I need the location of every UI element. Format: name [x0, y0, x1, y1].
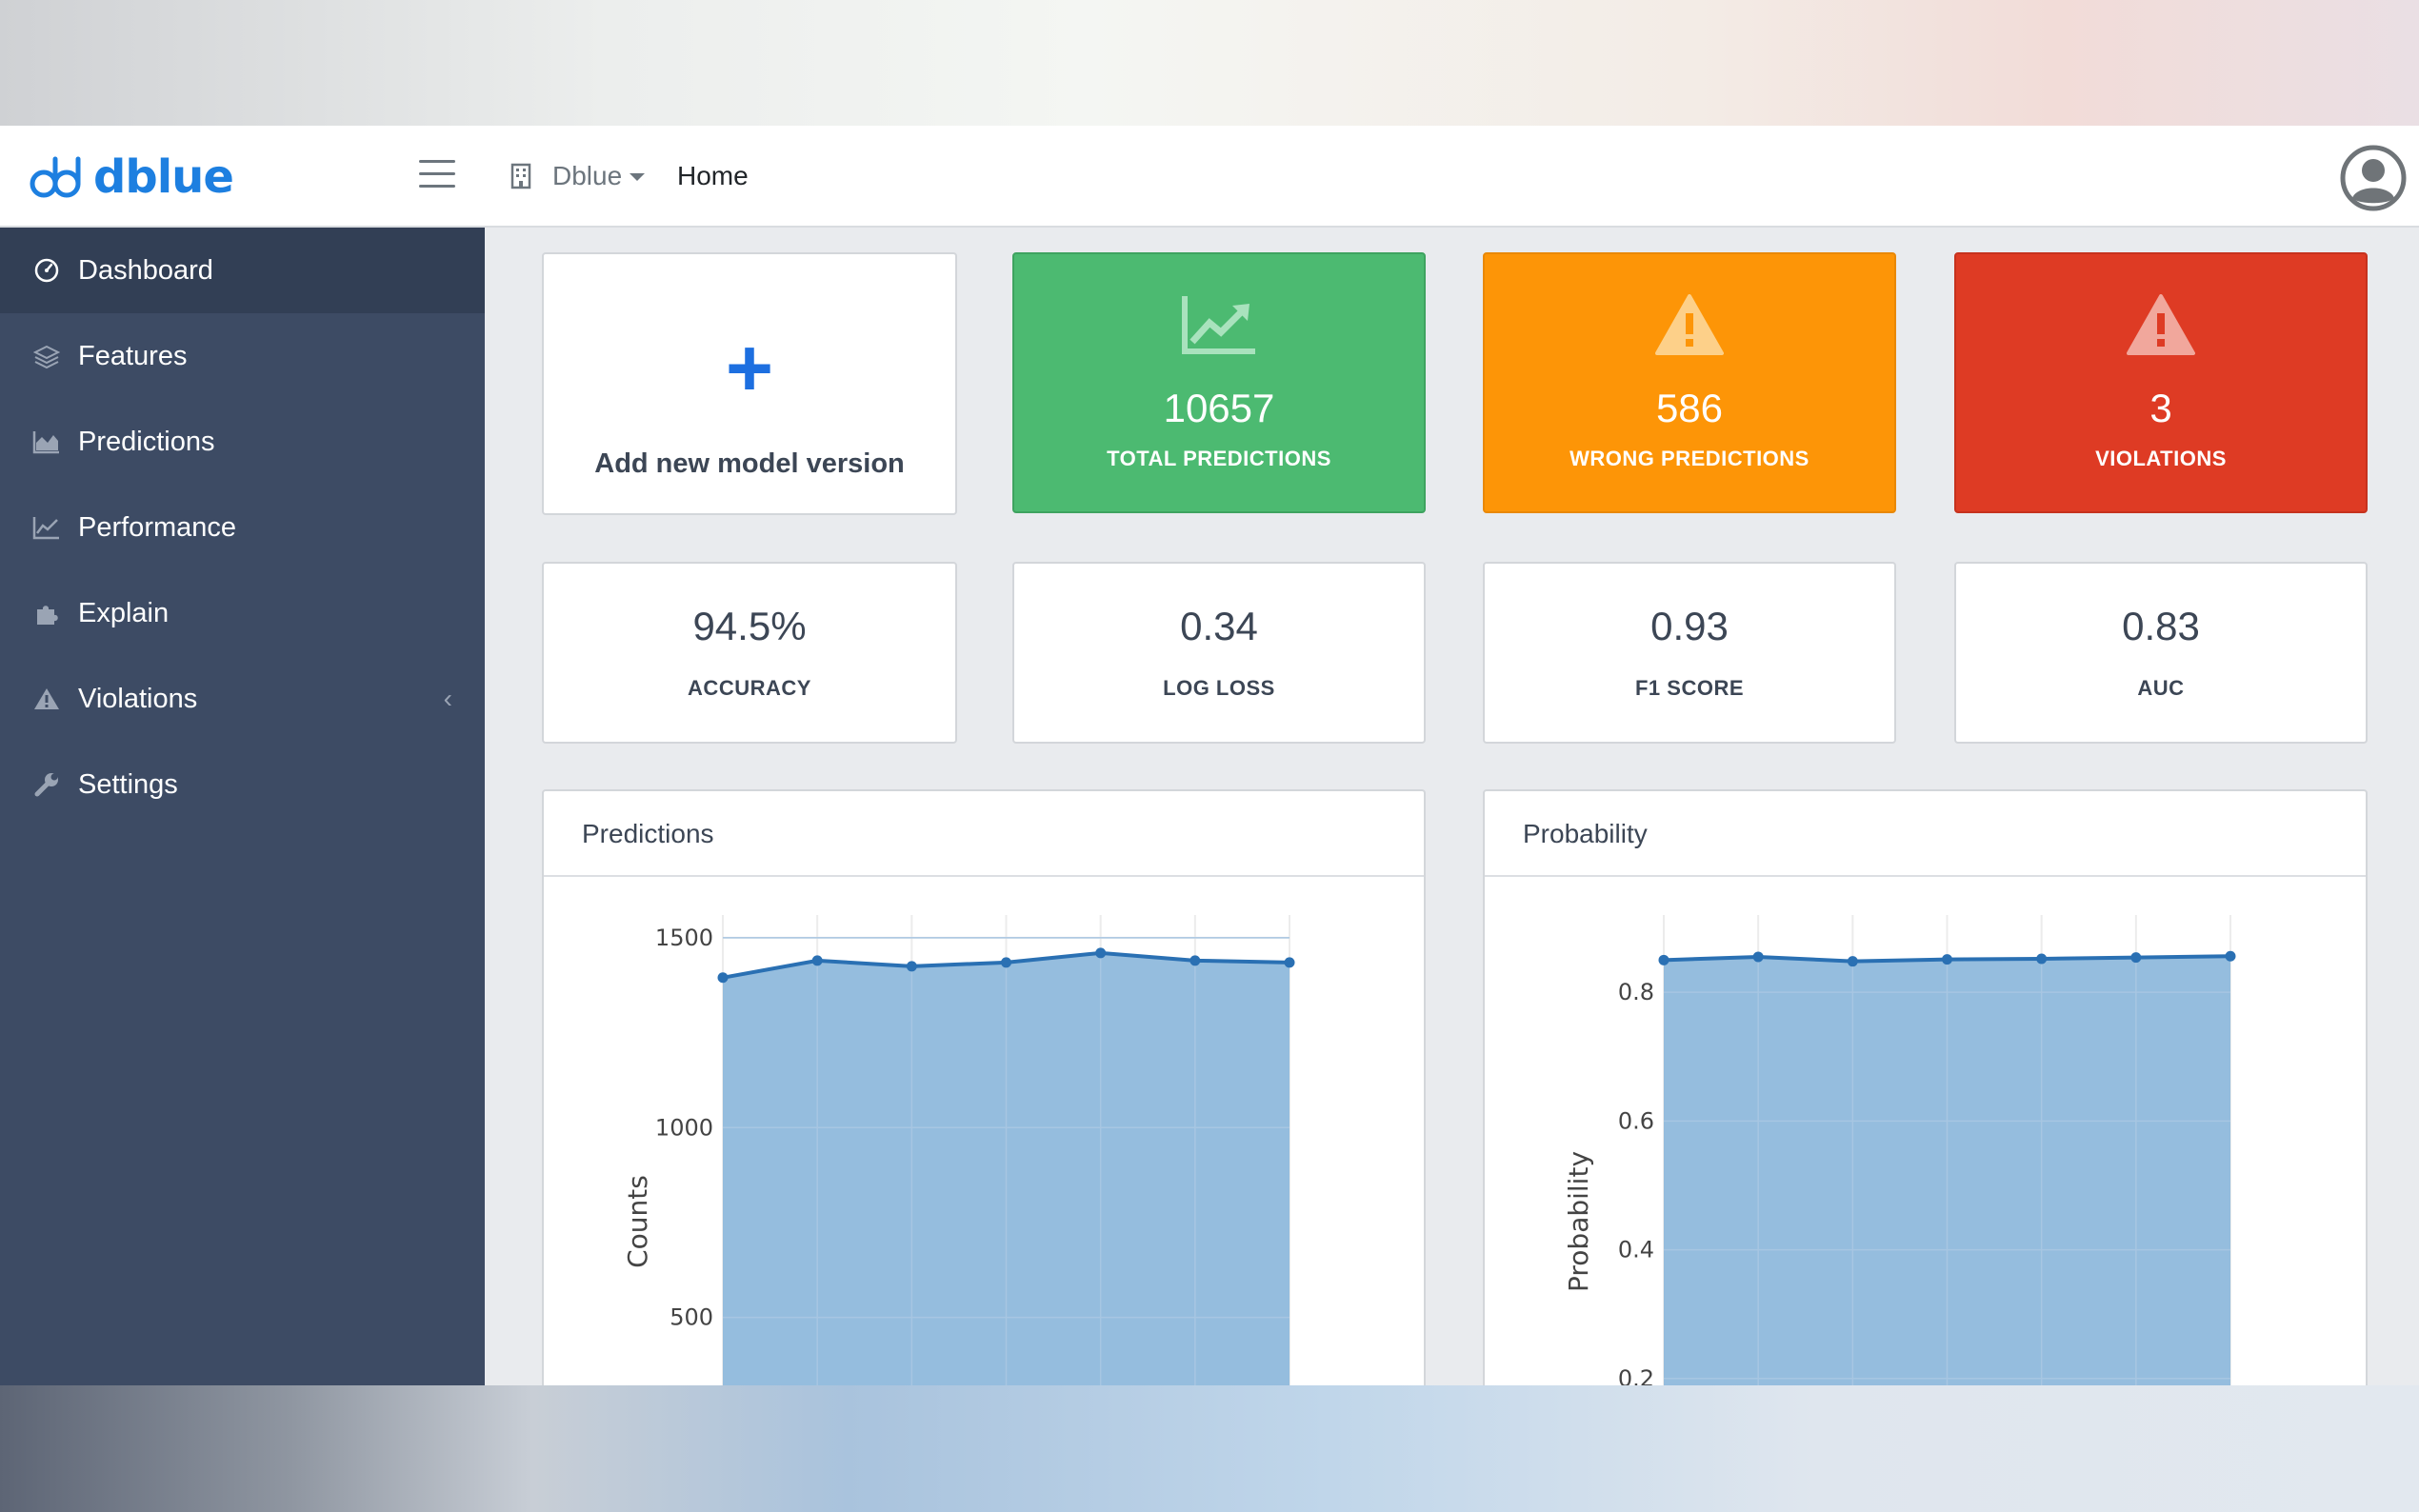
y-tick-label: 0.2 [1618, 1365, 1654, 1385]
warning-icon [30, 686, 63, 711]
desktop-background-bottom [0, 1385, 2419, 1512]
data-point [1942, 954, 1952, 965]
total-predictions-value: 10657 [1163, 386, 1275, 430]
data-point [1847, 956, 1858, 967]
violations-value: 3 [2149, 386, 2172, 430]
sidebar-item-settings[interactable]: Settings [0, 742, 485, 827]
probability-chart-area: 0.2 0.4 0.6 0.8 Probability [1485, 879, 2366, 1385]
building-icon [510, 163, 531, 189]
caret-down-icon [630, 173, 646, 181]
sidebar-item-label: Explain [78, 597, 170, 628]
app-window: dblue Dblue Home Dashboard Features Pred… [0, 126, 2419, 1385]
y-tick-label: 0.4 [1618, 1237, 1654, 1263]
sidebar-item-features[interactable]: Features [0, 313, 485, 399]
y-tick-label: 0.8 [1618, 979, 1654, 1005]
data-point [1001, 957, 1011, 968]
desktop-background-top [0, 0, 2419, 126]
plus-icon: + [725, 323, 774, 414]
predictions-chart[interactable]: 500 1000 1500 Counts [544, 879, 1424, 1385]
y-tick-label: 500 [670, 1304, 713, 1331]
probability-chart[interactable]: 0.2 0.4 0.6 0.8 Probability [1485, 879, 2366, 1385]
wrong-predictions-card[interactable]: 586 WRONG PREDICTIONS [1483, 252, 1896, 513]
user-avatar-icon[interactable] [2340, 145, 2407, 211]
predictions-chart-area: 500 1000 1500 Counts [544, 879, 1424, 1385]
warning-icon [1485, 294, 1894, 357]
auc-caption: AUC [2137, 676, 2185, 700]
sidebar-item-label: Settings [78, 768, 178, 800]
sidebar-toggle-button[interactable] [419, 160, 455, 190]
accuracy-caption: ACCURACY [688, 676, 811, 700]
accuracy-value: 94.5% [692, 604, 807, 648]
sidebar-item-violations[interactable]: Violations ‹ [0, 656, 485, 742]
data-point [1752, 951, 1764, 963]
main-content: + Add new model version 10657 TOTAL PRED… [485, 228, 2419, 1385]
y-axis-label: Counts [622, 1175, 653, 1268]
sidebar-item-performance[interactable]: Performance [0, 485, 485, 570]
sidebar: Dashboard Features Predictions Performan… [0, 228, 485, 1385]
data-point [1095, 947, 1107, 959]
total-predictions-caption: TOTAL PREDICTIONS [1107, 447, 1331, 470]
logo-text: dblue [93, 150, 234, 204]
area-chart-icon [30, 429, 63, 454]
sidebar-item-predictions[interactable]: Predictions [0, 399, 485, 485]
data-point [1284, 957, 1295, 968]
puzzle-icon [30, 600, 63, 627]
predictions-panel-title: Predictions [544, 791, 1424, 877]
sidebar-item-label: Violations [78, 683, 198, 714]
logo[interactable]: dblue [29, 150, 234, 204]
top-navbar: dblue Dblue Home [0, 126, 2419, 228]
speedometer-icon [30, 257, 63, 284]
data-point [906, 961, 917, 972]
data-point [811, 955, 823, 966]
hamburger-line [419, 172, 455, 175]
wrong-predictions-caption: WRONG PREDICTIONS [1569, 447, 1809, 470]
f1-score-caption: F1 SCORE [1634, 676, 1745, 700]
data-point [2130, 952, 2142, 964]
hamburger-line [419, 160, 455, 163]
line-chart-icon [30, 515, 63, 540]
chevron-left-icon: ‹ [443, 684, 452, 713]
sidebar-item-label: Predictions [78, 426, 215, 457]
log-loss-card: 0.34 LOG LOSS [1012, 562, 1426, 744]
y-tick-label: 1500 [655, 925, 713, 951]
probability-panel: Probability 0.2 0.4 0.6 0.8 Probability [1483, 789, 2368, 1385]
log-loss-value: 0.34 [1180, 604, 1258, 648]
y-tick-label: 1000 [655, 1114, 713, 1141]
add-model-version-card[interactable]: + Add new model version [542, 252, 957, 515]
y-axis-label: Probability [1563, 1151, 1594, 1292]
data-point [717, 972, 729, 984]
chart-up-icon [1014, 294, 1424, 355]
sidebar-item-explain[interactable]: Explain [0, 570, 485, 656]
data-point [1658, 954, 1669, 965]
total-predictions-card[interactable]: 10657 TOTAL PREDICTIONS [1012, 252, 1426, 513]
predictions-panel: Predictions 500 1000 1500 Counts [542, 789, 1426, 1385]
probability-panel-title: Probability [1485, 791, 2366, 877]
org-selector[interactable]: Dblue [510, 152, 646, 200]
layers-icon [30, 343, 63, 369]
data-point [1190, 955, 1201, 966]
f1-score-value: 0.93 [1650, 604, 1729, 648]
log-loss-caption: LOG LOSS [1163, 676, 1275, 700]
sidebar-item-label: Dashboard [78, 254, 213, 286]
hamburger-line [419, 185, 455, 188]
auc-value: 0.83 [2122, 604, 2200, 648]
wrench-icon [30, 771, 63, 798]
org-selector-label: Dblue [552, 161, 623, 190]
violations-card[interactable]: 3 VIOLATIONS [1954, 252, 2368, 513]
wrong-predictions-value: 586 [1655, 386, 1724, 430]
f1-score-card: 0.93 F1 SCORE [1483, 562, 1896, 744]
logo-mark-icon [30, 156, 81, 198]
add-model-version-label: Add new model version [594, 448, 905, 479]
data-point [2225, 950, 2236, 962]
breadcrumb-home[interactable]: Home [677, 152, 749, 200]
sidebar-item-label: Performance [78, 511, 237, 543]
data-point [2036, 953, 2048, 965]
accuracy-card: 94.5% ACCURACY [542, 562, 957, 744]
violations-caption: VIOLATIONS [2095, 447, 2227, 470]
sidebar-item-label: Features [78, 340, 188, 371]
y-tick-label: 0.6 [1618, 1107, 1654, 1134]
sidebar-item-dashboard[interactable]: Dashboard [0, 228, 485, 313]
warning-icon [1956, 294, 2366, 357]
auc-card: 0.83 AUC [1954, 562, 2368, 744]
